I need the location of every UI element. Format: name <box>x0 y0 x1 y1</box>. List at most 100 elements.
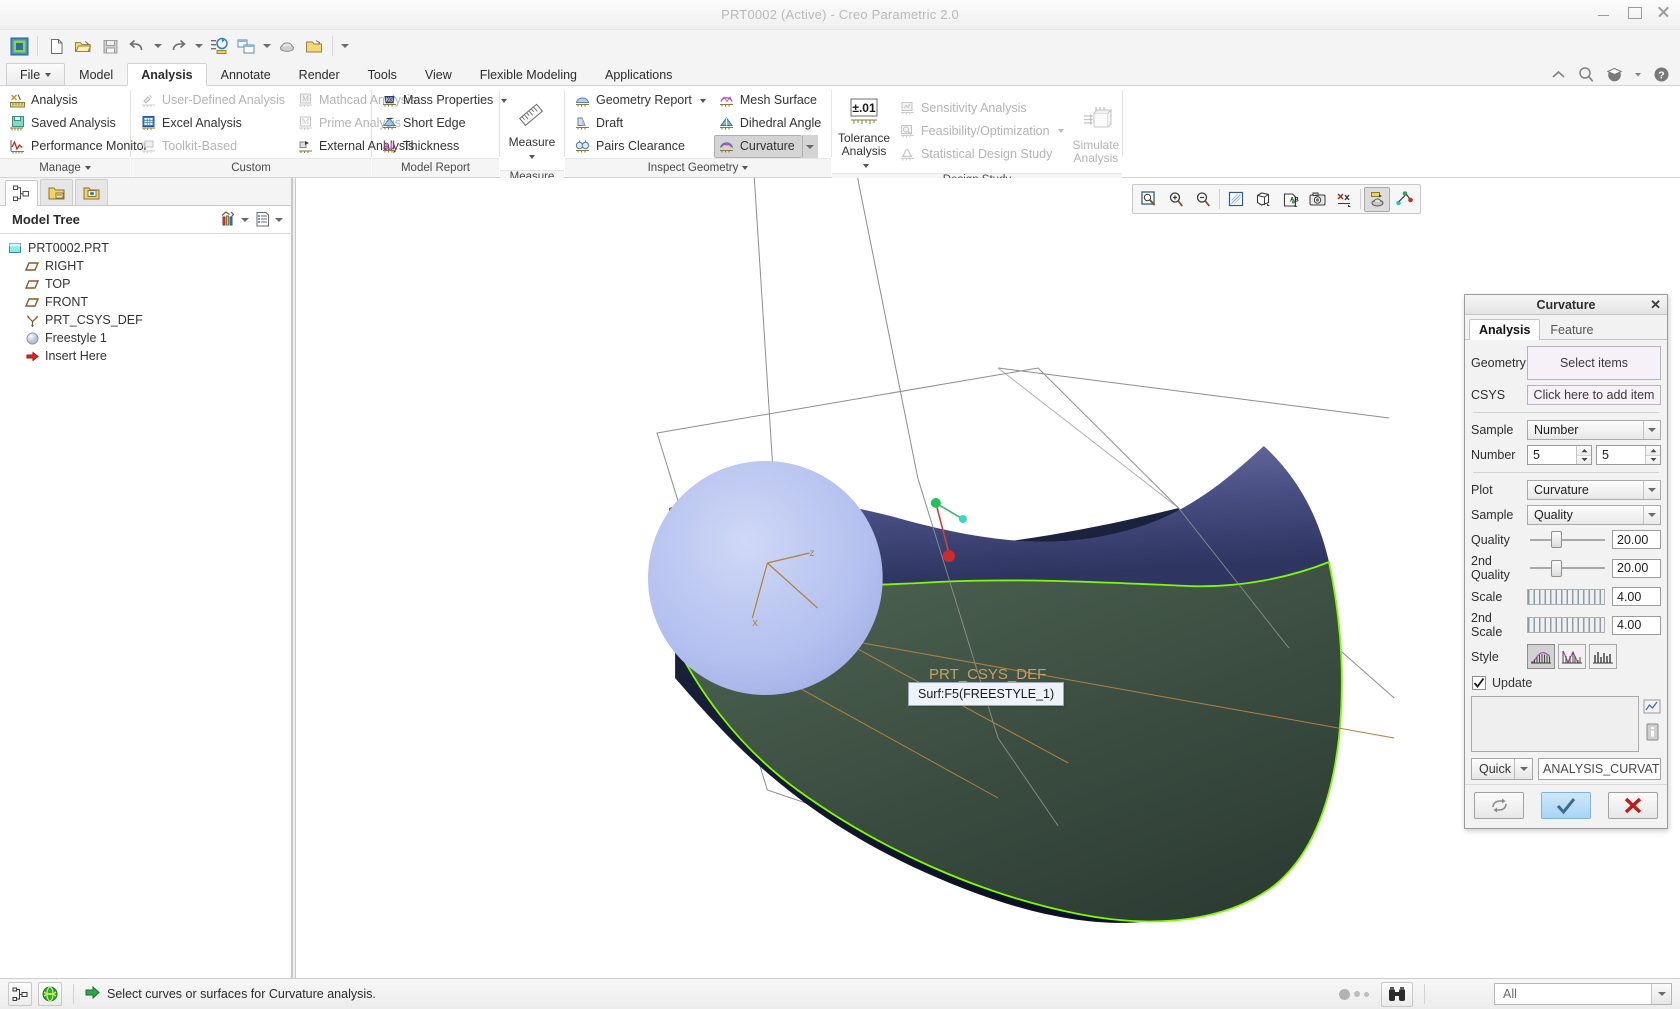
display-style-icon[interactable] <box>1250 187 1276 212</box>
ribbon-item-tolerance-analysis[interactable]: ±.01 Tolerance Analysis <box>837 89 891 173</box>
help-graduate-icon[interactable] <box>1606 66 1623 83</box>
dialog-tab-analysis[interactable]: Analysis <box>1469 319 1541 340</box>
creo-logo-icon[interactable] <box>6 33 32 59</box>
ribbon-item-measure[interactable]: Measure <box>505 86 559 170</box>
binoculars-icon[interactable] <box>1381 981 1413 1007</box>
model-tree-toggle-icon[interactable] <box>8 982 32 1006</box>
tab-view[interactable]: View <box>411 63 466 86</box>
saved-orientations-icon[interactable] <box>1304 187 1330 212</box>
ribbon-item-statistical-design-study[interactable]: Statistical Design Study <box>895 143 1072 166</box>
tree-item-front[interactable]: FRONT <box>4 293 291 311</box>
repeat-button[interactable] <box>1474 792 1524 819</box>
scale-slider[interactable] <box>1527 588 1605 605</box>
results-textbox[interactable] <box>1471 696 1639 752</box>
help-graduate-dropdown-icon[interactable] <box>1634 66 1642 83</box>
tab-annotate[interactable]: Annotate <box>207 63 285 86</box>
undo-icon[interactable] <box>124 33 150 59</box>
quality-slider[interactable] <box>1527 531 1608 549</box>
accept-button[interactable] <box>1541 792 1591 819</box>
chevron-down-icon[interactable] <box>1057 129 1064 133</box>
scale-value[interactable]: 4.00 <box>1612 587 1661 606</box>
info-icon[interactable] <box>1643 723 1661 741</box>
update-checkbox-row[interactable]: Update <box>1472 676 1661 690</box>
style-bars-only-icon[interactable] <box>1589 644 1617 669</box>
save-icon[interactable] <box>97 33 123 59</box>
zoom-in-icon[interactable] <box>1163 187 1189 212</box>
undo-dropdown-icon[interactable] <box>151 33 164 59</box>
ribbon-item-feasibility-optimization[interactable]: Feasibility/Optimization <box>895 120 1072 143</box>
ribbon-item-curvature[interactable]: Curvature <box>713 135 802 158</box>
spin-up-icon[interactable] <box>1577 446 1591 456</box>
ribbon-item-thickness[interactable]: Thickness <box>377 135 515 158</box>
favorites-tab[interactable] <box>75 179 108 205</box>
close-button[interactable] <box>1656 5 1672 19</box>
ribbon-item-pairs-clearance[interactable]: Pairs Clearance <box>570 135 714 158</box>
help-icon[interactable]: ? <box>1653 66 1670 83</box>
analysis-name-input[interactable]: ANALYSIS_CURVATURE_1 <box>1538 758 1661 780</box>
ribbon-item-excel-analysis[interactable]: Excel Analysis <box>136 112 293 135</box>
chevron-down-icon[interactable] <box>529 154 535 159</box>
quick-select[interactable]: Quick <box>1471 758 1533 780</box>
tab-model[interactable]: Model <box>65 63 127 86</box>
zoom-out-icon[interactable] <box>1190 187 1216 212</box>
view-manager-icon[interactable] <box>1391 187 1417 212</box>
datum-display-icon[interactable]: AB <box>1277 187 1303 212</box>
tree-filters-dropdown-icon[interactable] <box>239 209 251 231</box>
number-stepper-v[interactable] <box>1596 445 1661 465</box>
ribbon-item-user-defined-analysis[interactable]: User-Defined Analysis <box>136 89 293 112</box>
ribbon-item-geometry-report[interactable]: Geometry Report <box>570 89 714 112</box>
tree-display-dropdown-icon[interactable] <box>273 209 285 231</box>
spin-up-icon[interactable] <box>1646 446 1660 456</box>
csys-collector[interactable]: Click here to add item <box>1527 385 1661 405</box>
geometry-collector[interactable]: Select items <box>1527 346 1661 380</box>
annotation-display-icon[interactable] <box>1331 187 1357 212</box>
customize-toolbar-icon[interactable] <box>338 33 351 59</box>
ribbon-item-mass-properties[interactable]: KG Mass Properties <box>377 89 515 112</box>
tab-file[interactable]: File <box>6 63 66 86</box>
number-input-u[interactable] <box>1528 446 1576 464</box>
update-checkbox[interactable] <box>1472 676 1486 690</box>
tree-item-top[interactable]: TOP <box>4 275 291 293</box>
tab-render[interactable]: Render <box>285 63 354 86</box>
cancel-button[interactable] <box>1608 792 1658 819</box>
minimize-button[interactable] <box>1596 5 1612 19</box>
tree-display-icon[interactable] <box>251 209 273 231</box>
refit-icon[interactable] <box>1136 187 1162 212</box>
tree-item-part[interactable]: PRT0002.PRT <box>4 239 291 257</box>
show-graph-icon[interactable] <box>1643 698 1661 716</box>
quality2-value[interactable]: 20.00 <box>1612 558 1661 578</box>
search-icon[interactable] <box>1578 66 1595 83</box>
model-tree-tab[interactable] <box>5 180 38 206</box>
style-comb-bars-icon[interactable] <box>1527 644 1555 669</box>
ribbon-item-toolkit-based[interactable]: Toolkit-Based <box>136 135 293 158</box>
tree-filters-icon[interactable] <box>217 209 239 231</box>
curvature-dropdown-button[interactable] <box>801 135 818 158</box>
style-comb-curve-icon[interactable] <box>1558 644 1586 669</box>
new-icon[interactable] <box>43 33 69 59</box>
chevron-down-icon[interactable] <box>699 98 706 103</box>
spin-down-icon[interactable] <box>1646 455 1660 464</box>
ribbon-group-inspect-geometry-label[interactable]: Inspect Geometry <box>565 158 831 177</box>
ribbon-item-short-edge[interactable]: Short Edge <box>377 112 515 135</box>
sample-type-select[interactable]: Number <box>1527 420 1661 440</box>
dialog-close-button[interactable]: ✕ <box>1650 297 1661 313</box>
chevron-down-icon[interactable] <box>863 164 870 168</box>
open-folder-icon[interactable] <box>301 33 327 59</box>
selection-filter-select[interactable]: All <box>1494 983 1672 1005</box>
browser-toggle-icon[interactable] <box>38 982 62 1006</box>
collapse-ribbon-icon[interactable] <box>1550 66 1567 83</box>
regenerate-icon[interactable] <box>206 33 232 59</box>
ribbon-item-simulate-analysis[interactable]: Simulate Analysis <box>1072 89 1121 173</box>
close-window-icon[interactable] <box>274 33 300 59</box>
quality-value[interactable]: 20.00 <box>1612 530 1661 549</box>
tree-item-freestyle[interactable]: Freestyle 1 <box>4 329 291 347</box>
plot-select[interactable]: Curvature <box>1527 480 1661 500</box>
dialog-tab-feature[interactable]: Feature <box>1540 319 1603 340</box>
ribbon-item-dihedral-angle[interactable]: Dihedral Angle <box>714 112 829 135</box>
tab-analysis[interactable]: Analysis <box>127 63 207 86</box>
spin-down-icon[interactable] <box>1577 455 1591 464</box>
folder-browser-tab[interactable] <box>40 179 73 205</box>
slider-thumb[interactable] <box>1551 559 1562 577</box>
scale2-slider[interactable] <box>1527 617 1605 633</box>
ribbon-item-sensitivity-analysis[interactable]: Sensitivity Analysis <box>895 97 1072 120</box>
